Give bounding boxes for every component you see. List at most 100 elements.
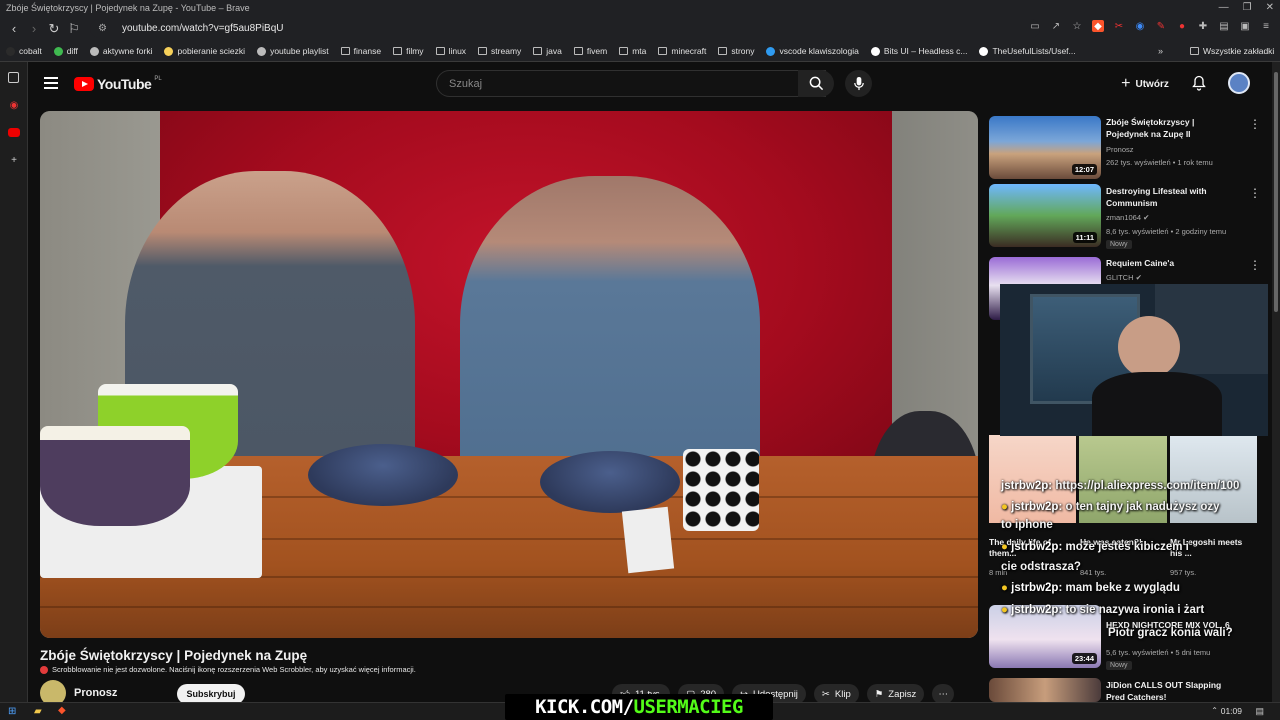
panel-toggle-icon[interactable] xyxy=(8,72,19,83)
share-icon[interactable]: ↗ xyxy=(1050,20,1062,32)
more-vertical-icon[interactable]: ⋮ xyxy=(1249,258,1261,272)
bookmark-item[interactable]: vscode klawiszologia xyxy=(766,46,859,56)
sidebar-toggle-icon[interactable]: ▤ xyxy=(1218,20,1230,32)
more-vertical-icon[interactable]: ⋮ xyxy=(1249,117,1261,131)
menu-icon[interactable]: ≡ xyxy=(1260,20,1272,32)
sidebar-thumbnail[interactable] xyxy=(989,678,1101,702)
page-scrollbar[interactable] xyxy=(1272,62,1280,702)
search-input[interactable]: Szukaj xyxy=(436,70,826,97)
sidebar-video-title[interactable]: Destroying Lifesteal with Communism xyxy=(1106,185,1246,209)
cast-icon[interactable]: ▭ xyxy=(1029,20,1041,32)
save-button[interactable]: ⚑ Zapisz xyxy=(866,684,925,704)
scrobbler-icon[interactable]: ✎ xyxy=(1155,20,1167,32)
all-bookmarks[interactable]: Wszystkie zakładki xyxy=(1190,46,1274,56)
bookmark-item[interactable]: diff xyxy=(53,46,78,56)
chat-message: ● jstrbw2p: o ten tajny jak nadużysz ozy xyxy=(1001,501,1220,513)
sidebar-title-line: Destroying Lifesteal with xyxy=(1106,186,1207,196)
sidebar-video-title[interactable]: Zbóje Świętokrzyscy | Pojedynek na Zupę I… xyxy=(1106,116,1246,140)
bookmark-item[interactable]: TheUsefulLists/Usef... xyxy=(979,46,1076,56)
extension-icon[interactable]: ✂ xyxy=(1113,20,1125,32)
sidebar-channel[interactable]: Pronosz xyxy=(1106,145,1134,154)
minimize-icon[interactable]: — xyxy=(1219,2,1229,13)
start-windows-icon[interactable]: ⊞ xyxy=(8,706,16,717)
close-icon[interactable]: ✕ xyxy=(1266,2,1274,13)
search-button[interactable] xyxy=(798,70,834,97)
sidebar-video-title[interactable]: Requiem Caine'a xyxy=(1106,257,1246,269)
verified-icon: ✔ xyxy=(1135,273,1142,282)
brave-taskbar-icon[interactable]: ◆ xyxy=(58,705,66,716)
folder-icon xyxy=(718,47,728,55)
bookmark-item[interactable]: linux xyxy=(435,46,466,56)
sidebar-video-title[interactable]: JiDion CALLS OUT Slapping Pred Catchers! xyxy=(1106,679,1246,703)
clock: 01:09 xyxy=(1220,706,1242,716)
bookmark-item[interactable]: aktywne forki xyxy=(89,46,152,56)
account-avatar[interactable] xyxy=(1228,72,1250,94)
voice-search-button[interactable] xyxy=(845,70,872,97)
chat-user: jstrbw2p: xyxy=(1001,480,1053,492)
explorer-folder-icon[interactable]: ▰ xyxy=(34,706,42,717)
bookmark-label: minecraft xyxy=(671,46,707,56)
more-actions-button[interactable]: ⋯ xyxy=(932,684,955,704)
video-frame-bowl-right xyxy=(540,451,680,513)
bookmark-item[interactable]: Bits UI – Headless c... xyxy=(870,46,967,56)
bookmark-item[interactable]: pobieranie sciezki xyxy=(164,46,245,56)
scrollbar-thumb[interactable] xyxy=(1274,72,1278,312)
clip-button[interactable]: ✂ Klip xyxy=(813,684,859,704)
sidebar-meta: 8,6 tys. wyświetleń • 2 godziny temu xyxy=(1106,227,1227,236)
bookmark-item[interactable]: java xyxy=(533,46,562,56)
sidebar-thumbnail[interactable]: 12:07 xyxy=(989,116,1101,179)
forward-icon[interactable]: › xyxy=(24,19,44,39)
bookmark-item[interactable]: cobalt xyxy=(6,46,42,56)
menu-hamburger-icon[interactable] xyxy=(44,77,58,89)
chat-text: Piotr gracz konia wali? xyxy=(1108,627,1233,639)
youtube-logo[interactable]: YouTube PL xyxy=(74,76,162,92)
back-icon[interactable]: ‹ xyxy=(4,19,24,39)
bookmark-item[interactable]: mta xyxy=(619,46,646,56)
bookmark-page-icon[interactable]: ⚐ xyxy=(64,19,84,39)
more-vertical-icon[interactable]: ⋮ xyxy=(1249,186,1261,200)
sidebar-meta: 5,6 tys. wyświetleń • 5 dni temu xyxy=(1106,648,1211,657)
chat-text: to sie nazywa ironia i żart xyxy=(1065,604,1205,616)
bookmark-label: cobalt xyxy=(19,46,42,56)
short-views: 841 tys. xyxy=(1080,568,1107,577)
create-button[interactable]: + Utwórz xyxy=(1116,70,1174,98)
notifications-bell-icon[interactable] xyxy=(1191,75,1207,91)
address-bar[interactable]: ⚙ youtube.com/watch?v=gf5au8PiBqU xyxy=(90,19,1040,38)
extension-red-icon[interactable]: ● xyxy=(1176,20,1188,32)
bookmark-item[interactable]: fivem xyxy=(573,46,607,56)
sidebar-channel[interactable]: GLITCH ✔ xyxy=(1106,273,1142,282)
puzzle-icon[interactable]: ✚ xyxy=(1197,20,1209,32)
short-views: 957 tys. xyxy=(1170,568,1197,577)
chat-text: może jesteś kibiczem i xyxy=(1065,541,1189,553)
youtube-panel-icon[interactable] xyxy=(8,128,20,137)
bookmark-item[interactable]: minecraft xyxy=(658,46,706,56)
sidebar-title-line: Communism xyxy=(1106,198,1158,208)
duration-badge: 11:11 xyxy=(1072,232,1097,243)
sound-icon[interactable]: ◉ xyxy=(1134,20,1146,32)
notifications-icon[interactable]: ▤ xyxy=(1255,706,1264,717)
bookmark-item[interactable]: finanse xyxy=(340,46,381,56)
channel-name[interactable]: Pronosz xyxy=(74,687,117,699)
video-frame-napkin-box xyxy=(621,506,675,574)
bookmark-item[interactable]: streamy xyxy=(478,46,521,56)
reload-icon[interactable]: ↻ xyxy=(44,19,64,39)
restore-icon[interactable]: ❐ xyxy=(1243,2,1252,13)
github-icon xyxy=(979,46,989,56)
tray-chevron-icon[interactable]: ⌃ xyxy=(1211,706,1218,715)
more-bookmarks-icon[interactable]: » xyxy=(1158,46,1163,56)
bookmark-item[interactable]: filmy xyxy=(393,46,424,56)
bookmark-item[interactable]: youtube playlist xyxy=(257,46,329,56)
bookmark-item[interactable]: strony xyxy=(718,46,754,56)
subscribe-button[interactable]: Subskrybuj xyxy=(177,684,245,704)
panel-app-icon[interactable]: ◉ xyxy=(7,98,21,112)
sidebar-channel[interactable]: zman1064 ✔ xyxy=(1106,213,1149,222)
streamer-webcam-overlay xyxy=(1000,284,1268,436)
brave-shield-icon[interactable]: ◆ xyxy=(1092,20,1104,32)
duration-badge: 23:44 xyxy=(1071,653,1097,664)
video-player[interactable] xyxy=(40,111,978,638)
bookmark-star-icon[interactable]: ☆ xyxy=(1071,20,1083,32)
add-panel-icon[interactable]: + xyxy=(7,153,21,167)
site-settings-icon[interactable]: ⚙ xyxy=(98,23,112,34)
sidebar-thumbnail[interactable]: 11:11 xyxy=(989,184,1101,247)
wallet-icon[interactable]: ▣ xyxy=(1239,20,1251,32)
